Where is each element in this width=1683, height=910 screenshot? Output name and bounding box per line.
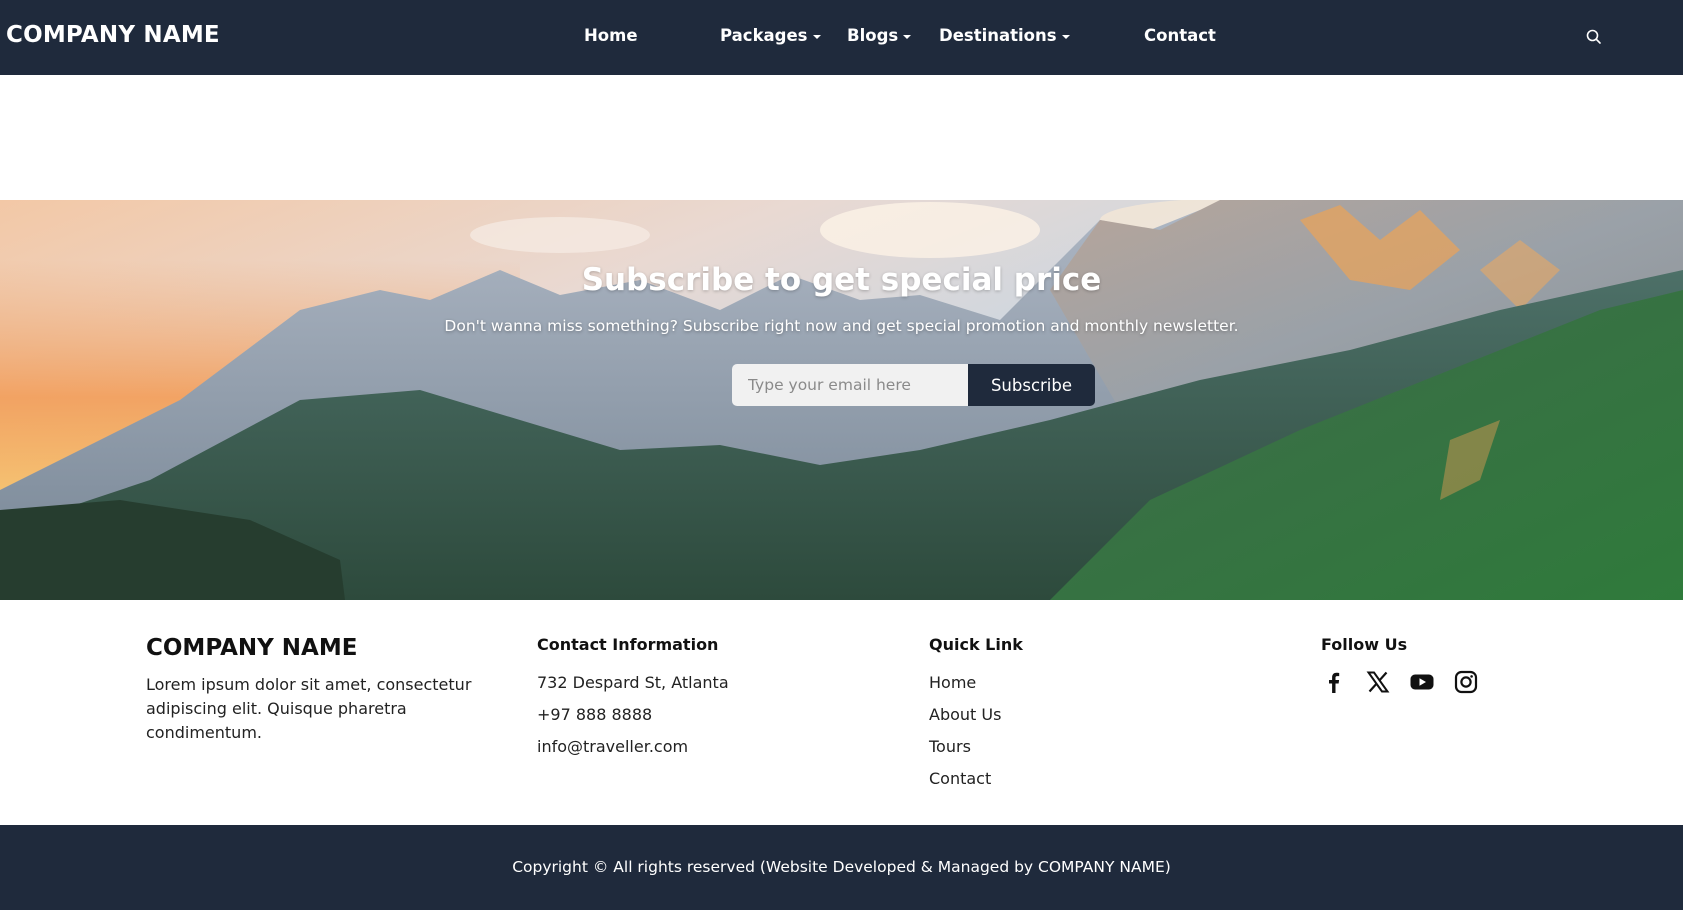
nav-packages[interactable]: Packages bbox=[720, 26, 821, 45]
subscribe-title: Subscribe to get special price bbox=[581, 262, 1102, 298]
footer-bottom-bar: Copyright © All rights reserved (Website… bbox=[0, 825, 1683, 910]
facebook-icon[interactable] bbox=[1321, 669, 1347, 695]
quick-link-heading: Quick Link bbox=[929, 635, 1023, 654]
subscribe-banner: Subscribe to get special price Don't wan… bbox=[0, 200, 1683, 600]
youtube-icon[interactable] bbox=[1409, 669, 1435, 695]
quick-link-about-us[interactable]: About Us bbox=[929, 705, 1001, 724]
follow-heading: Follow Us bbox=[1321, 635, 1408, 654]
nav-home[interactable]: Home bbox=[584, 26, 638, 45]
quick-link-tours[interactable]: Tours bbox=[929, 737, 971, 756]
search-icon[interactable] bbox=[1585, 28, 1603, 46]
footer-brand: COMPANY NAME bbox=[146, 635, 358, 661]
nav-destinations-label: Destinations bbox=[939, 26, 1057, 45]
top-navbar: COMPANY NAME Home Packages Blogs Destina… bbox=[0, 0, 1683, 75]
nav-blogs-label: Blogs bbox=[847, 26, 899, 45]
nav-home-label: Home bbox=[584, 26, 638, 45]
footer-description: Lorem ipsum dolor sit amet, consectetur … bbox=[146, 675, 472, 742]
contact-email[interactable]: info@traveller.com bbox=[537, 737, 688, 756]
contact-address: 732 Despard St, Atlanta bbox=[537, 673, 729, 692]
brand-logo[interactable]: COMPANY NAME bbox=[6, 22, 220, 48]
chevron-down-icon bbox=[1061, 34, 1070, 39]
subscribe-subtitle: Don't wanna miss something? Subscribe ri… bbox=[444, 317, 1239, 335]
nav-contact-label: Contact bbox=[1144, 26, 1216, 45]
subscribe-form: Subscribe bbox=[732, 364, 1095, 406]
quick-link-contact[interactable]: Contact bbox=[929, 769, 991, 788]
subscribe-button[interactable]: Subscribe bbox=[968, 364, 1095, 406]
quick-link-home[interactable]: Home bbox=[929, 673, 976, 692]
chevron-down-icon bbox=[812, 34, 821, 39]
x-icon[interactable] bbox=[1365, 669, 1391, 695]
contact-heading: Contact Information bbox=[537, 635, 719, 654]
nav-contact[interactable]: Contact bbox=[1144, 26, 1216, 45]
copyright-text: Copyright © All rights reserved (Website… bbox=[512, 858, 1171, 876]
nav-packages-label: Packages bbox=[720, 26, 808, 45]
email-input[interactable] bbox=[732, 364, 968, 406]
instagram-icon[interactable] bbox=[1453, 669, 1479, 695]
nav-blogs[interactable]: Blogs bbox=[847, 26, 912, 45]
contact-phone: +97 888 8888 bbox=[537, 705, 653, 724]
nav-destinations[interactable]: Destinations bbox=[939, 26, 1070, 45]
chevron-down-icon bbox=[903, 34, 912, 39]
